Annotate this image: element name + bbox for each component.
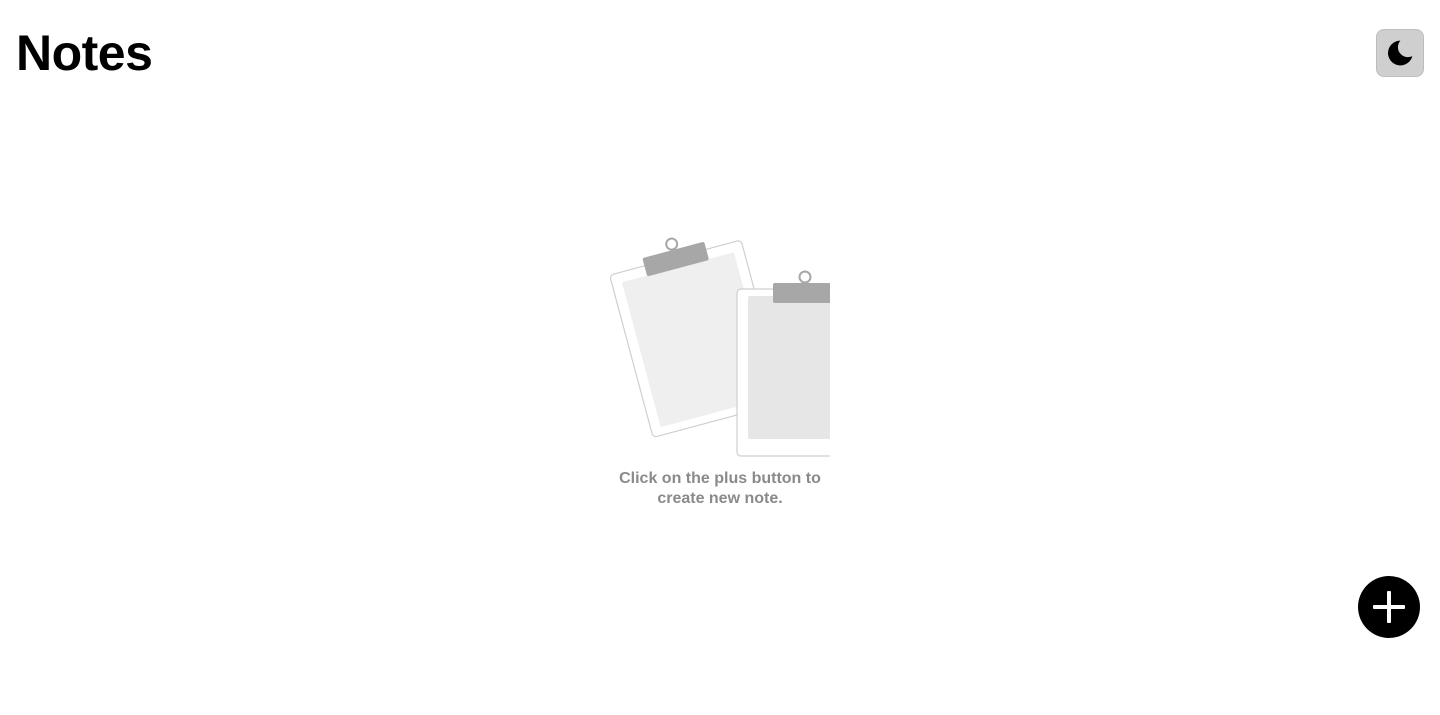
clipboards-icon: [560, 236, 880, 467]
moon-icon: [1385, 38, 1415, 68]
empty-state-message: Click on the plus button to create new n…: [619, 470, 821, 507]
theme-toggle-button[interactable]: [1376, 29, 1424, 77]
empty-state: Click on the plus button to create new n…: [560, 236, 880, 509]
add-note-button[interactable]: [1358, 576, 1420, 638]
notes-app: Notes Click on the plus button to create…: [0, 0, 1440, 715]
plus-icon: [1370, 588, 1408, 626]
page-title: Notes: [16, 25, 153, 81]
